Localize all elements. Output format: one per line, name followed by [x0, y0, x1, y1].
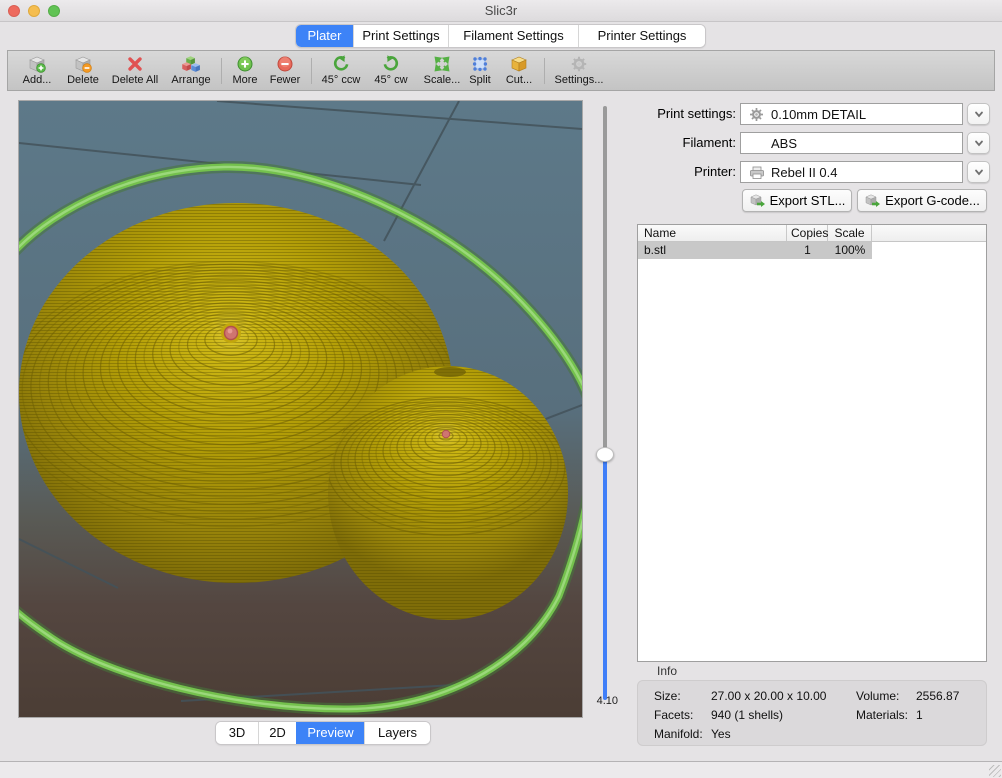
size-value: 27.00 x 20.00 x 10.00 — [711, 689, 826, 703]
toolbar-separator — [221, 58, 222, 84]
tab-3d[interactable]: 3D — [216, 722, 258, 744]
close-window-button[interactable] — [8, 5, 20, 17]
rotate-cw-button[interactable]: 45° cw — [369, 53, 413, 88]
print-settings-label: Print settings: — [630, 103, 736, 125]
status-bar — [0, 762, 1002, 778]
size-label: Size: — [654, 689, 681, 703]
cell-scale: 100% — [828, 242, 872, 259]
export-gcode-button[interactable]: Export G-code... — [857, 189, 987, 212]
delete-all-icon — [126, 55, 144, 73]
preview-3d-scene — [19, 101, 582, 717]
volume-value: 2556.87 — [916, 689, 959, 703]
filament-value: ABS — [771, 136, 797, 151]
title-bar: Slic3r — [0, 0, 1002, 22]
gear-icon — [749, 107, 764, 122]
printer-dropdown-button[interactable] — [967, 161, 990, 183]
filament-combobox[interactable]: ABS — [740, 132, 963, 154]
rotate-cw-icon — [382, 55, 400, 73]
export-gcode-icon — [864, 193, 880, 208]
tab-layers[interactable]: Layers — [364, 722, 430, 744]
export-stl-icon — [749, 193, 765, 208]
column-header-copies[interactable]: Copies — [787, 225, 828, 241]
cut-button[interactable]: Cut... — [499, 53, 539, 88]
column-header-name[interactable]: Name — [638, 225, 787, 241]
export-gcode-label: Export G-code... — [885, 193, 980, 208]
manifold-label: Manifold: — [654, 727, 703, 741]
window-controls — [8, 1, 60, 21]
tab-printer-settings[interactable]: Printer Settings — [578, 25, 705, 47]
view-tab-bar: 3D 2D Preview Layers — [216, 722, 430, 744]
chevron-down-icon — [972, 165, 986, 179]
minimize-window-button[interactable] — [28, 5, 40, 17]
print-settings-combobox[interactable]: 0.10mm DETAIL — [740, 103, 963, 125]
info-box: Size: 27.00 x 20.00 x 10.00 Volume: 2556… — [637, 680, 987, 746]
more-icon — [236, 55, 254, 73]
toolbar-separator — [311, 58, 312, 84]
printer-icon — [749, 165, 764, 180]
tab-2d[interactable]: 2D — [258, 722, 296, 744]
facets-label: Facets: — [654, 708, 693, 722]
manifold-value: Yes — [711, 727, 731, 741]
column-header-scale[interactable]: Scale — [828, 225, 872, 241]
chevron-down-icon — [972, 107, 986, 121]
split-icon — [471, 55, 489, 73]
scale-icon — [433, 55, 451, 73]
printer-value: Rebel II 0.4 — [771, 165, 838, 180]
print-settings-value: 0.10mm DETAIL — [771, 107, 866, 122]
object-list-table[interactable]: Name Copies Scale b.stl 1 100% — [637, 224, 987, 662]
settings-gear-icon — [570, 55, 588, 73]
add-button[interactable]: Add... — [11, 53, 63, 88]
export-stl-label: Export STL... — [770, 193, 846, 208]
layer-slider-track-lower[interactable] — [603, 455, 607, 700]
materials-label: Materials: — [856, 708, 908, 722]
layer-slider-thumb[interactable] — [596, 447, 614, 462]
fewer-icon — [276, 55, 294, 73]
export-stl-button[interactable]: Export STL... — [742, 189, 852, 212]
arrange-icon — [181, 55, 201, 73]
layer-slider-value: 4.10 — [586, 695, 618, 707]
chevron-down-icon — [972, 136, 986, 150]
printer-combobox[interactable]: Rebel II 0.4 — [740, 161, 963, 183]
tab-preview[interactable]: Preview — [296, 722, 364, 744]
fewer-button[interactable]: Fewer — [265, 53, 305, 88]
delete-button[interactable]: Delete — [63, 53, 103, 88]
filament-dropdown-button[interactable] — [967, 132, 990, 154]
volume-label: Volume: — [856, 689, 899, 703]
cell-copies: 1 — [787, 242, 828, 259]
split-button[interactable]: Split — [463, 53, 497, 88]
table-row[interactable]: b.stl 1 100% — [638, 242, 872, 259]
rotate-ccw-button[interactable]: 45° ccw — [317, 53, 365, 88]
zoom-window-button[interactable] — [48, 5, 60, 17]
window-title: Slic3r — [0, 0, 1002, 21]
layer-slider-track-upper[interactable] — [603, 106, 607, 455]
rotate-ccw-icon — [332, 55, 350, 73]
table-header: Name Copies Scale — [638, 225, 986, 242]
layer-slider[interactable]: 4.10 — [586, 100, 628, 720]
filament-label: Filament: — [630, 132, 736, 154]
toolbar-separator — [544, 58, 545, 84]
plater-3d-viewport[interactable] — [18, 100, 583, 718]
delete-icon — [74, 55, 92, 73]
printer-label: Printer: — [630, 161, 736, 183]
cut-icon — [510, 55, 528, 73]
cell-name: b.stl — [638, 242, 787, 259]
materials-value: 1 — [916, 708, 923, 722]
settings-button[interactable]: Settings... — [548, 53, 610, 88]
info-section-title: Info — [657, 664, 677, 678]
add-icon — [28, 55, 46, 73]
tab-plater[interactable]: Plater — [296, 25, 353, 47]
arrange-button[interactable]: Arrange — [165, 53, 217, 88]
tab-print-settings[interactable]: Print Settings — [353, 25, 448, 47]
toolbar: Add... Delete Delete All Arrange More — [7, 50, 995, 91]
scale-button[interactable]: Scale... — [417, 53, 467, 88]
tab-filament-settings[interactable]: Filament Settings — [448, 25, 578, 47]
delete-all-button[interactable]: Delete All — [106, 53, 164, 88]
print-settings-dropdown-button[interactable] — [967, 103, 990, 125]
main-tab-bar: Plater Print Settings Filament Settings … — [296, 25, 705, 47]
facets-value: 940 (1 shells) — [711, 708, 783, 722]
resize-grip[interactable] — [989, 765, 1001, 777]
more-button[interactable]: More — [227, 53, 263, 88]
